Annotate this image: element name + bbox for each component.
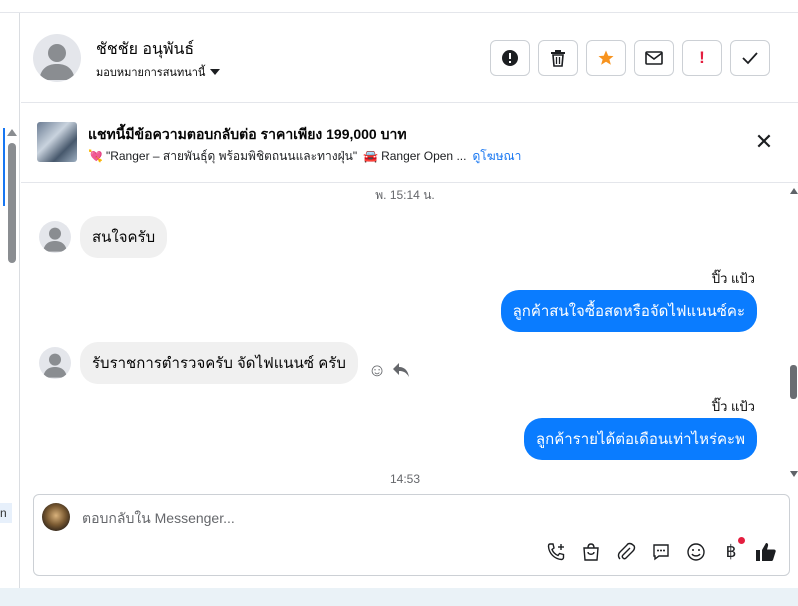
- page-footer-band: [0, 588, 798, 606]
- message-row-incoming: รับราชการตำรวจครับ จัดไฟแนนซ์ ครับ ☺: [39, 342, 410, 384]
- conversation-list-panel: n: [0, 13, 20, 597]
- composer-toolbar: ฿: [545, 537, 777, 563]
- smiley-icon: [687, 543, 705, 561]
- ad-banner-suffix: Ranger Open ...: [381, 149, 467, 163]
- contact-avatar-small[interactable]: [39, 347, 71, 379]
- assign-conversation-dropdown[interactable]: มอบหมายการสนทนานี้: [96, 63, 221, 81]
- shopping-bag-icon: [583, 543, 599, 561]
- message-sender: ปิ๊ว แป้ว: [711, 271, 755, 286]
- person-icon: [43, 353, 67, 378]
- notification-dot: [738, 537, 745, 544]
- message-bubble-incoming[interactable]: รับราชการตำรวจครับ จัดไฟแนนซ์ ครับ: [80, 342, 358, 384]
- mark-spam-button[interactable]: [490, 40, 530, 76]
- message-bubble-outgoing[interactable]: ลูกค้าสนใจซื้อสดหรือจัดไฟแนนซ์คะ: [500, 290, 757, 332]
- contact-avatar-small[interactable]: [39, 221, 71, 253]
- paperclip-icon: [617, 542, 636, 560]
- reply-icon[interactable]: [392, 362, 410, 378]
- phone-plus-icon: [547, 543, 565, 561]
- ad-context-banner: แชทนี้มีข้อความตอบกลับต่อ ราคาเพียง 199,…: [21, 104, 798, 183]
- page-avatar: [42, 503, 70, 531]
- person-icon: [39, 44, 75, 80]
- car-icon: 🚘: [363, 149, 379, 163]
- payment-button[interactable]: ฿: [720, 537, 745, 563]
- shop-button[interactable]: [580, 541, 602, 563]
- ad-banner-title: แชทนี้มีข้อความตอบกลับต่อ ราคาเพียง 199,…: [88, 126, 407, 142]
- message-thread: พ. 15:14 น. สนใจครับ ปิ๊ว แป้ว ลูกค้าสนใ…: [21, 184, 789, 484]
- emoji-button[interactable]: [685, 541, 707, 563]
- message-bubble-outgoing[interactable]: ลูกค้ารายได้ต่อเดือนเท่าไหร่คะพ: [523, 418, 757, 460]
- baht-icon: ฿: [725, 542, 737, 561]
- message-sender: ปิ๊ว แป้ว: [711, 399, 755, 414]
- mark-done-button[interactable]: [730, 40, 770, 76]
- header-actions: !: [490, 40, 770, 76]
- delete-button[interactable]: [538, 40, 578, 76]
- scroll-down-arrow-icon[interactable]: [790, 471, 798, 477]
- star-button[interactable]: [586, 40, 626, 76]
- inbox-page: n ชัชชัย อนุพันธ์ มอบหมายการสนทนานี้ ! แ…: [0, 0, 798, 606]
- scroll-up-arrow-icon[interactable]: [790, 188, 798, 194]
- message-row-incoming: สนใจครับ: [39, 216, 168, 258]
- thread-scrollbar[interactable]: [789, 184, 798, 484]
- reply-input[interactable]: [82, 507, 762, 529]
- heart-icon: 💘: [88, 149, 103, 163]
- exclamation-icon: !: [699, 48, 705, 67]
- ad-banner-subtitle: 💘 "Ranger – สายพันธุ์ดุ พร้อมพิชิตถนนและท…: [88, 147, 521, 166]
- conversation-header: ชัชชัย อนุพันธ์ มอบหมายการสนทนานี้ !: [21, 13, 798, 103]
- chevron-down-icon: [210, 69, 221, 75]
- message-actions: ☺: [368, 360, 410, 381]
- mark-unread-button[interactable]: [634, 40, 674, 76]
- attach-button[interactable]: [615, 541, 637, 563]
- ad-banner-headline: "Ranger – สายพันธุ์ดุ พร้อมพิชิตถนนและทา…: [105, 149, 358, 163]
- timestamp: 14:53: [389, 472, 421, 484]
- flag-button[interactable]: !: [682, 40, 722, 76]
- like-button[interactable]: [755, 541, 777, 563]
- scroll-thumb[interactable]: [790, 365, 797, 399]
- assign-label: มอบหมายการสนทนานี้: [96, 67, 206, 79]
- saved-replies-button[interactable]: [650, 541, 672, 563]
- star-icon: [598, 50, 614, 65]
- contact-avatar[interactable]: [33, 34, 81, 82]
- check-icon: [742, 52, 758, 65]
- person-icon: [43, 227, 67, 252]
- contact-name[interactable]: ชัชชัย อนุพันธ์: [96, 37, 194, 62]
- message-bubble-incoming[interactable]: สนใจครับ: [80, 216, 168, 258]
- mail-icon: [645, 51, 663, 65]
- view-ad-link[interactable]: ดูโฆษณา: [472, 149, 521, 163]
- alert-circle-icon: [502, 50, 518, 66]
- call-button[interactable]: [545, 541, 567, 563]
- ad-thumbnail[interactable]: [37, 122, 77, 162]
- list-scrollbar[interactable]: [8, 143, 16, 263]
- list-item-fragment[interactable]: n: [0, 503, 12, 523]
- thumbs-up-icon: [756, 543, 776, 561]
- selected-indicator: [3, 128, 5, 206]
- scroll-up-arrow-icon[interactable]: [7, 129, 17, 136]
- close-icon[interactable]: ✕: [754, 131, 774, 153]
- react-smiley-icon[interactable]: ☺: [368, 360, 386, 381]
- trash-icon: [551, 50, 565, 67]
- timestamp: พ. 15:14 น.: [375, 188, 435, 202]
- chat-bubble-icon: [653, 544, 669, 561]
- reply-composer: ฿: [33, 494, 790, 576]
